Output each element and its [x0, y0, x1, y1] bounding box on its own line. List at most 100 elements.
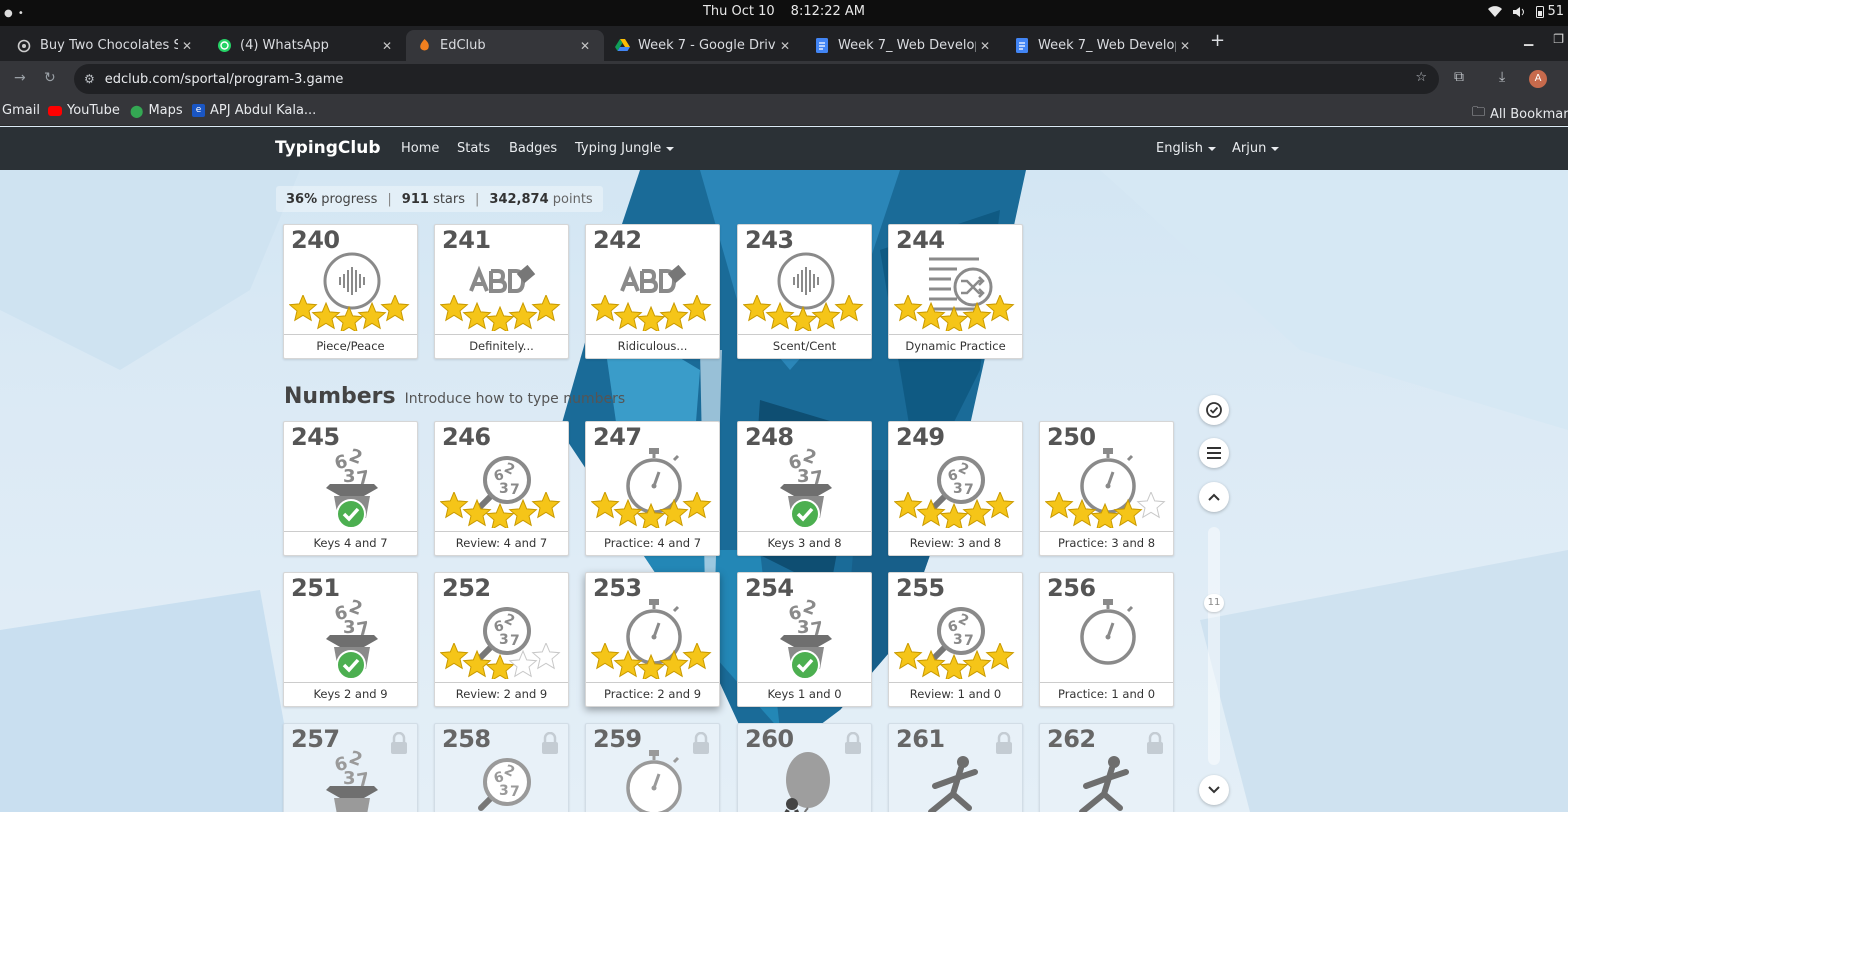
address-bar-row: → ↻ ⚙ edclub.com/sportal/program-3.game …: [0, 61, 1568, 97]
lesson-number: 261: [896, 725, 945, 753]
lesson-title: Review: 3 and 8: [889, 531, 1022, 555]
star-filled-icon: [894, 295, 923, 322]
page-indicator[interactable]: 11: [1204, 594, 1224, 612]
bookmark-maps[interactable]: ⬤ Maps: [130, 103, 183, 118]
lesson-number: 260: [745, 725, 794, 753]
lesson-card-245[interactable]: 245 6 2 3 7 Keys 4 and 7: [283, 421, 418, 556]
chevron-down-icon: [1271, 146, 1280, 151]
close-tab-icon[interactable]: ✕: [976, 39, 994, 53]
lesson-card-242[interactable]: 242 Ridiculous...: [585, 224, 720, 359]
lesson-card-248[interactable]: 248 6 2 3 7 Keys 3 and 8: [737, 421, 872, 556]
close-tab-icon[interactable]: ✕: [576, 39, 594, 53]
close-tab-icon[interactable]: ✕: [1176, 39, 1194, 53]
lesson-title: Piece/Peace: [284, 334, 417, 358]
tab-docs-2[interactable]: Week 7_ Web Developme ✕: [1004, 30, 1204, 61]
lesson-card-243[interactable]: 243 Scent/Cent: [737, 224, 872, 359]
nav-home[interactable]: Home: [401, 141, 439, 156]
bookmark-gmail[interactable]: Gmail: [2, 103, 40, 118]
reload-icon[interactable]: ↻: [44, 70, 56, 86]
maximize-icon[interactable]: ❐: [1553, 32, 1564, 46]
chevron-up-icon: [1208, 493, 1220, 501]
star-filled-icon: [985, 295, 1015, 322]
address-field[interactable]: ⚙ edclub.com/sportal/program-3.game ☆: [74, 64, 1439, 94]
tab-edclub[interactable]: EdClub ✕: [406, 30, 604, 61]
bookmark-star-icon[interactable]: ☆: [1415, 70, 1427, 85]
nav-language[interactable]: English: [1156, 141, 1216, 156]
nav-badges[interactable]: Badges: [509, 141, 557, 156]
bookmark-youtube[interactable]: YouTube: [48, 103, 120, 118]
maps-pin-icon: ⬤: [130, 103, 144, 118]
lesson-card-244[interactable]: 244 Dynamic Practice: [888, 224, 1023, 359]
lesson-card-249[interactable]: 249 6 2 3 7 Review: 3 and 8: [888, 421, 1023, 556]
star-rating: [1045, 492, 1166, 528]
minimize-icon[interactable]: ▁: [1524, 32, 1533, 46]
lesson-number: 259: [593, 725, 642, 753]
progress-stats-bar: 36% progress | 911 stars | 342,874 point…: [276, 186, 603, 212]
lesson-card-262[interactable]: 262: [1039, 723, 1174, 812]
lesson-card-251[interactable]: 251 6 2 3 7 Keys 2 and 9: [283, 572, 418, 707]
lesson-card-256[interactable]: 256 Practice: 1 and 0: [1039, 572, 1174, 707]
nav-user-menu[interactable]: Arjun: [1232, 141, 1280, 156]
page-scroll-track[interactable]: [1208, 527, 1220, 765]
nav-label: Typing Jungle: [575, 141, 662, 156]
scroll-down-button[interactable]: [1199, 775, 1229, 805]
forward-icon[interactable]: →: [14, 70, 26, 86]
goals-check-button[interactable]: [1199, 395, 1229, 425]
lesson-number: 246: [442, 423, 491, 451]
runner-icon: [1068, 750, 1148, 812]
nav-typing-jungle[interactable]: Typing Jungle: [575, 141, 675, 156]
star-filled-icon: [462, 649, 492, 678]
bookmarks-bar: Gmail YouTube ⬤ Maps e APJ Abdul Kala... 🗀…: [0, 97, 1568, 126]
lesson-card-241[interactable]: 241 Definitely...: [434, 224, 569, 359]
extensions-icon[interactable]: ⧉: [1454, 69, 1464, 85]
star-rating: [440, 295, 561, 331]
close-tab-icon[interactable]: ✕: [378, 39, 396, 53]
lesson-card-257[interactable]: 257 6 2 3 7: [283, 723, 418, 812]
lesson-card-252[interactable]: 252 6 2 3 7 Review: 2 and 9: [434, 572, 569, 707]
star-filled-icon: [440, 295, 469, 322]
scroll-up-button[interactable]: [1199, 482, 1229, 512]
lesson-card-253[interactable]: 253 Practice: 2 and 9: [585, 572, 720, 707]
tab-google-drive[interactable]: Week 7 - Google Drive ✕: [604, 30, 804, 61]
nav-label: Arjun: [1232, 141, 1267, 156]
brand-logo[interactable]: TypingClub: [275, 138, 381, 158]
star-rating: [591, 492, 712, 528]
lesson-card-250[interactable]: 250 Practice: 3 and 8: [1039, 421, 1174, 556]
svg-text:3: 3: [797, 466, 810, 487]
lesson-card-240[interactable]: 240 Piece/Peace: [283, 224, 418, 359]
lesson-card-254[interactable]: 254 6 2 3 7 Keys 1 and 0: [737, 572, 872, 707]
lesson-number: 255: [896, 574, 945, 602]
menu-button[interactable]: [1199, 438, 1229, 468]
star-filled-icon: [916, 649, 946, 678]
tab-whatsapp[interactable]: (4) WhatsApp ✕: [206, 30, 406, 61]
bookmark-label: YouTube: [67, 103, 120, 118]
lesson-card-261[interactable]: 261: [888, 723, 1023, 812]
lesson-card-259[interactable]: 259: [585, 723, 720, 812]
tab-title: Week 7_ Web Developme: [1038, 38, 1176, 53]
close-tab-icon[interactable]: ✕: [776, 39, 794, 53]
lesson-card-246[interactable]: 246 6 2 3 7 Review: 4 and 7: [434, 421, 569, 556]
nav-stats[interactable]: Stats: [457, 141, 490, 156]
system-tray[interactable]: 51: [1488, 4, 1568, 19]
new-tab-icon[interactable]: +: [1210, 30, 1225, 51]
tab-chatgpt[interactable]: Buy Two Chocolates Solu ✕: [6, 30, 206, 61]
all-bookmarks[interactable]: 🗀 All Bookmarks: [1472, 103, 1568, 125]
download-icon[interactable]: ⤓: [1499, 69, 1505, 85]
points-stat: 342,874 points: [489, 192, 592, 207]
check-circle-icon: [1206, 402, 1222, 418]
tab-docs-1[interactable]: Week 7_ Web Developme ✕: [804, 30, 1004, 61]
progress-value: 36%: [286, 191, 318, 207]
star-filled-icon: [485, 305, 515, 331]
profile-avatar[interactable]: A: [1529, 70, 1547, 88]
site-info-icon[interactable]: ⚙: [84, 72, 95, 86]
star-filled-icon: [939, 305, 969, 331]
star-filled-icon: [613, 649, 643, 678]
clock[interactable]: Thu Oct 10 8:12:22 AM: [0, 4, 1568, 19]
lesson-card-260[interactable]: 260: [737, 723, 872, 812]
lesson-card-255[interactable]: 255 6 2 3 7 Review: 1 and 0: [888, 572, 1023, 707]
lesson-card-247[interactable]: 247 Practice: 4 and 7: [585, 421, 720, 556]
close-tab-icon[interactable]: ✕: [178, 39, 196, 53]
lesson-card-258[interactable]: 258 6 2 3 7: [434, 723, 569, 812]
lesson-number: 247: [593, 423, 642, 451]
bookmark-apj[interactable]: e APJ Abdul Kala...: [192, 103, 316, 118]
